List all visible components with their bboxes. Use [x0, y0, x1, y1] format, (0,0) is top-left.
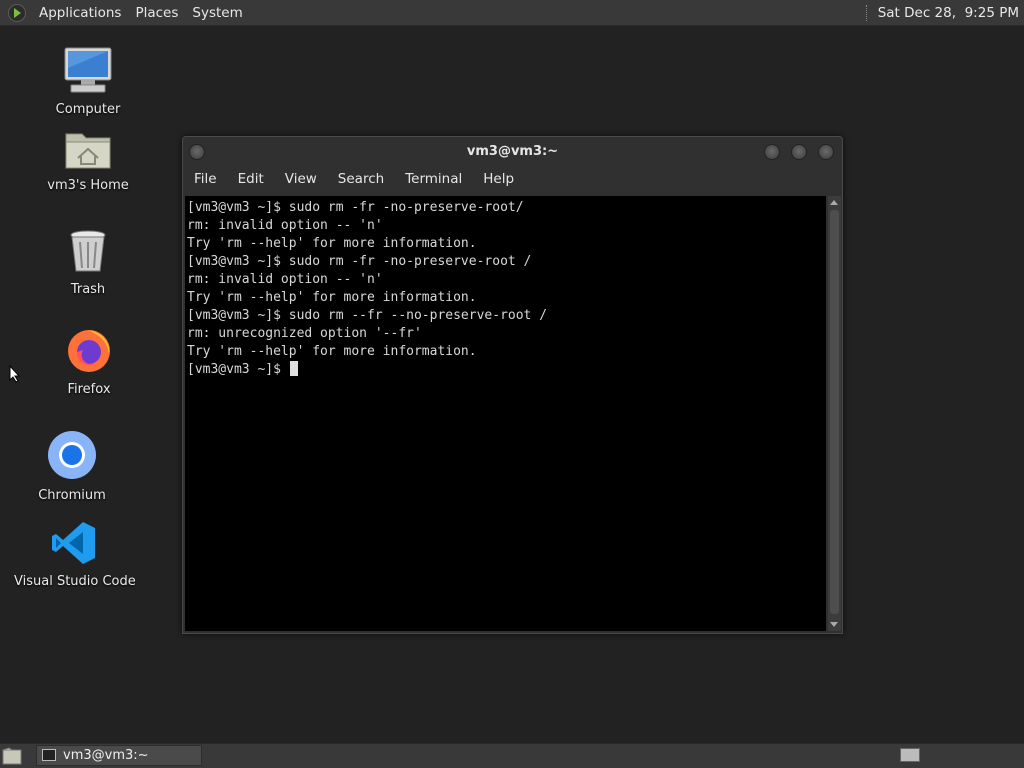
- terminal-line: [vm3@vm3 ~]$ sudo rm --fr --no-preserve-…: [187, 308, 548, 323]
- top-panel: Applications Places System Sat Dec 28, 9…: [0, 0, 1024, 26]
- taskbar-window-button[interactable]: vm3@vm3:~: [36, 745, 202, 766]
- terminal-line: rm: invalid option -- 'n': [187, 272, 383, 287]
- desktop-icon-computer[interactable]: Computer: [28, 46, 148, 117]
- distro-logo-icon[interactable]: [8, 3, 26, 22]
- menu-search[interactable]: Search: [318, 171, 384, 193]
- desktop-icon-label: Trash: [70, 282, 106, 297]
- terminal-line: [vm3@vm3 ~]$ sudo rm -fr -no-preserve-ro…: [187, 200, 524, 215]
- terminal-scrollbar[interactable]: [828, 196, 841, 631]
- terminal-screen[interactable]: [vm3@vm3 ~]$ sudo rm -fr -no-preserve-ro…: [185, 196, 826, 631]
- desktop-icon-chromium[interactable]: Chromium: [12, 430, 132, 503]
- desktop-icon-label: Computer: [55, 102, 121, 117]
- desktop-icon-trash[interactable]: Trash: [28, 228, 148, 297]
- window-title: vm3@vm3:~: [466, 144, 559, 159]
- menu-help[interactable]: Help: [463, 171, 514, 193]
- clock[interactable]: Sat Dec 28, 9:25 PM: [878, 5, 1024, 21]
- maximize-button[interactable]: [791, 144, 807, 160]
- scroll-up-arrow-icon[interactable]: [830, 200, 838, 205]
- terminal-line: Try 'rm --help' for more information.: [187, 290, 477, 305]
- applications-menu[interactable]: Applications: [32, 5, 128, 21]
- menu-view[interactable]: View: [265, 171, 317, 193]
- computer-icon: [64, 47, 112, 93]
- scroll-down-arrow-icon[interactable]: [830, 622, 838, 627]
- menu-terminal[interactable]: Terminal: [385, 171, 462, 193]
- terminal-menubar: File Edit View Search Terminal Help: [183, 171, 842, 193]
- mouse-pointer-icon: [9, 365, 21, 383]
- places-menu[interactable]: Places: [128, 5, 185, 21]
- taskbar-window-label: vm3@vm3:~: [63, 748, 149, 763]
- terminal-output: [vm3@vm3 ~]$ sudo rm -fr -no-preserve-ro…: [185, 196, 826, 379]
- workspace-switcher[interactable]: [900, 748, 920, 762]
- show-desktop-icon[interactable]: [2, 747, 22, 765]
- terminal-window[interactable]: vm3@vm3:~ File Edit View Search Terminal…: [182, 136, 843, 634]
- terminal-line: rm: invalid option -- 'n': [187, 218, 383, 233]
- text-cursor: [289, 361, 298, 376]
- desktop-icon-label: vm3's Home: [47, 178, 129, 193]
- chromium-icon: [48, 431, 96, 479]
- desktop-icon-label: Chromium: [38, 488, 106, 503]
- desktop-icon-label: Visual Studio Code: [14, 574, 136, 589]
- terminal-line: Try 'rm --help' for more information.: [187, 236, 477, 251]
- minimize-button[interactable]: [764, 144, 780, 160]
- trash-icon: [70, 230, 106, 272]
- scrollbar-thumb[interactable]: [830, 210, 839, 614]
- terminal-line: rm: unrecognized option '--fr': [187, 326, 422, 341]
- firefox-icon: [68, 330, 110, 372]
- menu-edit[interactable]: Edit: [218, 171, 264, 193]
- terminal-line: Try 'rm --help' for more information.: [187, 344, 477, 359]
- terminal-app-icon: [42, 749, 56, 761]
- home-folder-icon: [65, 133, 111, 169]
- menu-file[interactable]: File: [183, 171, 217, 193]
- close-button[interactable]: [818, 144, 834, 160]
- terminal-prompt: [vm3@vm3 ~]$: [187, 362, 289, 377]
- desktop-icon-label: Firefox: [67, 382, 111, 397]
- desktop-icon-vscode[interactable]: Visual Studio Code: [14, 520, 136, 589]
- desktop-icon-firefox[interactable]: Firefox: [29, 326, 149, 397]
- system-menu[interactable]: System: [185, 5, 249, 21]
- terminal-line: [vm3@vm3 ~]$ sudo rm -fr -no-preserve-ro…: [187, 254, 532, 269]
- vscode-icon: [52, 522, 95, 564]
- bottom-panel: vm3@vm3:~: [0, 743, 1024, 768]
- panel-separator: [865, 4, 870, 21]
- desktop-icon-home[interactable]: vm3's Home: [28, 128, 148, 193]
